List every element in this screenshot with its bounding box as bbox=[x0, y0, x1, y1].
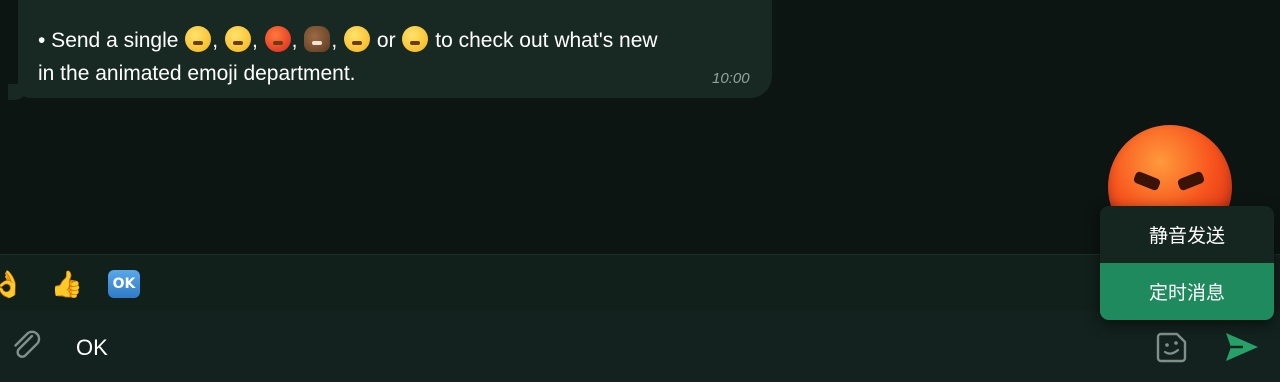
message-text-segment: , bbox=[331, 29, 338, 52]
ok-hand-emoji[interactable]: 👌 bbox=[0, 268, 24, 300]
angry-face-emoji[interactable] bbox=[264, 26, 291, 52]
worried-face-emoji[interactable] bbox=[224, 26, 251, 52]
emoji-suggestion-row: 👌 👍 OK bbox=[0, 254, 1280, 311]
send-silently-option[interactable]: 静音发送 bbox=[1100, 206, 1274, 263]
message-time: 10:00 bbox=[712, 70, 750, 87]
ok-badge-label: OK bbox=[108, 270, 140, 298]
message-text-segment: , bbox=[251, 29, 258, 52]
crying-face-emoji[interactable] bbox=[344, 26, 371, 52]
thumbs-up-emoji[interactable]: 👍 bbox=[51, 268, 83, 300]
grinning-face-emoji[interactable] bbox=[185, 26, 212, 52]
message-text-segment: , bbox=[291, 29, 298, 52]
message-input[interactable] bbox=[74, 331, 1118, 365]
bubble-tail bbox=[8, 84, 28, 100]
message-text-segment: or bbox=[376, 29, 396, 52]
schedule-message-option[interactable]: 定时消息 bbox=[1100, 263, 1274, 320]
message-composer bbox=[0, 311, 1280, 382]
surprised-face-emoji[interactable] bbox=[402, 26, 429, 52]
message-text-line2: in the animated emoji department. bbox=[38, 62, 356, 85]
send-options-menu: 静音发送 定时消息 bbox=[1100, 206, 1274, 320]
paperclip-icon[interactable] bbox=[8, 327, 44, 363]
message-text-segment: , bbox=[212, 29, 219, 52]
message-text: • Send a single , , , , or to check out … bbox=[38, 24, 758, 90]
angry-brow-left bbox=[1132, 170, 1162, 192]
pile-of-poo-emoji[interactable] bbox=[304, 26, 331, 52]
chat-screen: • Send a single , , , , or to check out … bbox=[0, 0, 1280, 382]
ok-button-emoji[interactable]: OK bbox=[108, 268, 140, 300]
send-icon[interactable] bbox=[1223, 329, 1261, 365]
message-text-segment: • Send a single bbox=[38, 29, 179, 52]
sticker-icon[interactable] bbox=[1153, 328, 1191, 366]
angry-brow-right bbox=[1176, 170, 1206, 192]
message-text-segment: to check out what's new bbox=[435, 29, 658, 52]
